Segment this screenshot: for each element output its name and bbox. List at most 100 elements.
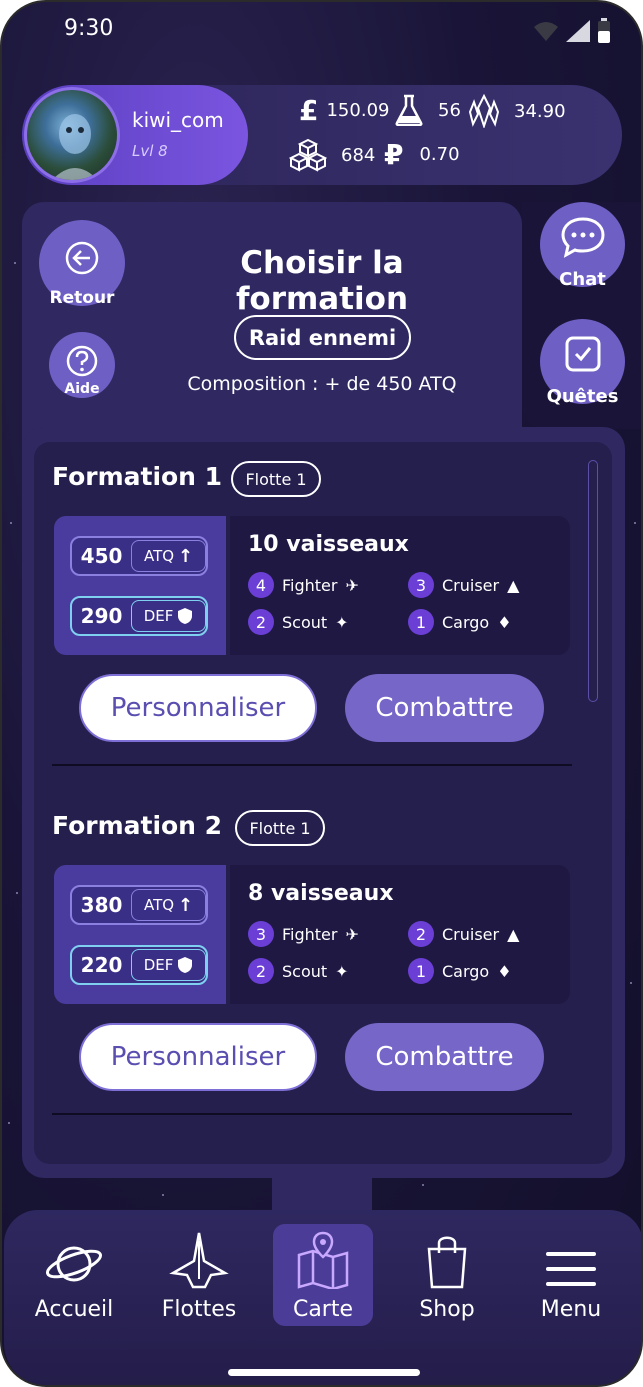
cargo-icon: ♦ [497, 612, 512, 632]
composition-text: Composition : + de 450 ATQ [187, 373, 457, 395]
nav-label: Shop [419, 1297, 475, 1322]
ship-count-badge: 4 [248, 572, 274, 598]
ship-count-badge: 2 [408, 921, 434, 947]
atq-value: 450 [80, 544, 123, 568]
ship-count-badge: 2 [248, 609, 274, 635]
status-time: 9:30 [64, 16, 114, 41]
currency-flask: 56 [394, 94, 461, 126]
atq-label: ATQ [143, 896, 175, 914]
crystal-icon [468, 94, 500, 128]
planet-icon [46, 1246, 102, 1282]
cruiser-icon: ▲ [507, 924, 520, 944]
map-icon [297, 1231, 349, 1289]
customize-button[interactable]: Personnaliser [79, 1023, 317, 1091]
back-arrow-icon [65, 241, 99, 275]
ship-fighter: 3 Fighter ✈ [248, 921, 359, 947]
scout-icon: ✦ [335, 612, 349, 632]
signal-icon [566, 20, 590, 42]
arrow-up-icon: ↑ [178, 545, 194, 567]
ship-icon [169, 1232, 229, 1289]
shield-icon [178, 957, 193, 973]
stats-box: 380 ATQ ↑ 220 DEF [54, 865, 226, 1004]
shield-icon [178, 608, 193, 624]
currency-crystal: 34.90 [468, 94, 566, 128]
ship-count-badge: 3 [408, 572, 434, 598]
def-stat: 290 DEF [70, 596, 208, 636]
ship-name: Scout [282, 961, 328, 981]
chat-label[interactable]: Chat [540, 269, 625, 290]
nav-flottes[interactable]: Flottes [149, 1224, 249, 1326]
nav-label: Carte [292, 1297, 354, 1322]
app-screen: 9:30 kiwi_com Lvl 8 £ 150.09 56 34.90 68… [0, 0, 643, 1387]
nav-label: Accueil [34, 1297, 114, 1322]
ship-name: Fighter [282, 575, 338, 595]
formation-title: Formation 2 [52, 811, 223, 840]
quests-label[interactable]: Quêtes [534, 386, 631, 407]
stats-box: 450 ATQ ↑ 290 DEF [54, 516, 226, 655]
def-value: 290 [80, 604, 123, 628]
battery-icon [598, 18, 610, 43]
avatar[interactable] [24, 87, 120, 183]
fight-button[interactable]: Combattre [345, 674, 544, 742]
arrow-up-icon: ↑ [178, 894, 194, 916]
ship-count-badge: 1 [408, 958, 434, 984]
formation-list[interactable]: Formation 1 Flotte 1 450 ATQ ↑ 290 DEF 10… [34, 442, 612, 1164]
scout-icon: ✦ [335, 961, 349, 981]
formation-card: Formation 1 Flotte 1 450 ATQ ↑ 290 DEF 10… [34, 442, 594, 782]
atq-stat: 450 ATQ ↑ [70, 536, 208, 576]
fleet-badge[interactable]: Flotte 1 [231, 461, 321, 497]
ship-cargo: 1 Cargo ♦ [408, 958, 512, 984]
nav-menu[interactable]: Menu [521, 1224, 621, 1326]
divider [52, 764, 572, 766]
ships-box: 8 vaisseaux 3 Fighter ✈ 2 Cruiser ▲ 2 Scout ✦ … [230, 865, 570, 1004]
help-icon [66, 345, 98, 377]
cargo-icon: ♦ [497, 961, 512, 981]
raid-badge: Raid ennemi [234, 315, 411, 360]
ship-scout: 2 Scout ✦ [248, 958, 349, 984]
page-title: Choisir la formation [235, 245, 409, 317]
ship-name: Fighter [282, 924, 338, 944]
fighter-icon: ✈ [345, 575, 359, 595]
back-label[interactable]: Retour [39, 288, 125, 308]
atq-stat: 380 ATQ ↑ [70, 885, 208, 925]
atq-value: 380 [80, 893, 123, 917]
cubes-icon [289, 138, 327, 172]
home-indicator[interactable] [228, 1369, 420, 1376]
pound-icon: £ [299, 94, 319, 127]
nav-label: Flottes [161, 1297, 237, 1322]
nav-shop[interactable]: Shop [397, 1224, 497, 1326]
chat-icon [560, 216, 605, 258]
ship-count-badge: 2 [248, 958, 274, 984]
ship-name: Cargo [442, 612, 490, 632]
ship-fighter: 4 Fighter ✈ [248, 572, 359, 598]
ship-name: Cargo [442, 961, 490, 981]
bag-icon [427, 1236, 467, 1289]
fleet-badge[interactable]: Flotte 1 [235, 810, 325, 846]
nav-accueil[interactable]: Accueil [24, 1224, 124, 1326]
scrollbar[interactable] [588, 460, 598, 702]
ship-name: Scout [282, 612, 328, 632]
ship-cruiser: 3 Cruiser ▲ [408, 572, 519, 598]
formation-title: Formation 1 [52, 462, 223, 491]
currency-pounds: £ 150.09 [299, 94, 390, 127]
def-value: 220 [80, 953, 123, 977]
ship-cruiser: 2 Cruiser ▲ [408, 921, 519, 947]
status-icons [533, 18, 611, 44]
wifi-icon [534, 22, 558, 41]
ship-scout: 2 Scout ✦ [248, 609, 349, 635]
atq-label: ATQ [143, 547, 175, 565]
nav-carte[interactable]: Carte [273, 1224, 373, 1326]
customize-button[interactable]: Personnaliser [79, 674, 317, 742]
fighter-icon: ✈ [345, 924, 359, 944]
ship-name: Cruiser [442, 924, 500, 944]
cruiser-icon: ▲ [507, 575, 520, 595]
ship-cargo: 1 Cargo ♦ [408, 609, 512, 635]
flask-icon [395, 94, 423, 126]
def-label: DEF [143, 956, 174, 974]
ship-count-badge: 3 [248, 921, 274, 947]
user-level: Lvl 8 [132, 142, 168, 160]
ship-count-badge: 1 [408, 609, 434, 635]
ship-name: Cruiser [442, 575, 500, 595]
help-label[interactable]: Aide [49, 381, 115, 397]
fight-button[interactable]: Combattre [345, 1023, 544, 1091]
